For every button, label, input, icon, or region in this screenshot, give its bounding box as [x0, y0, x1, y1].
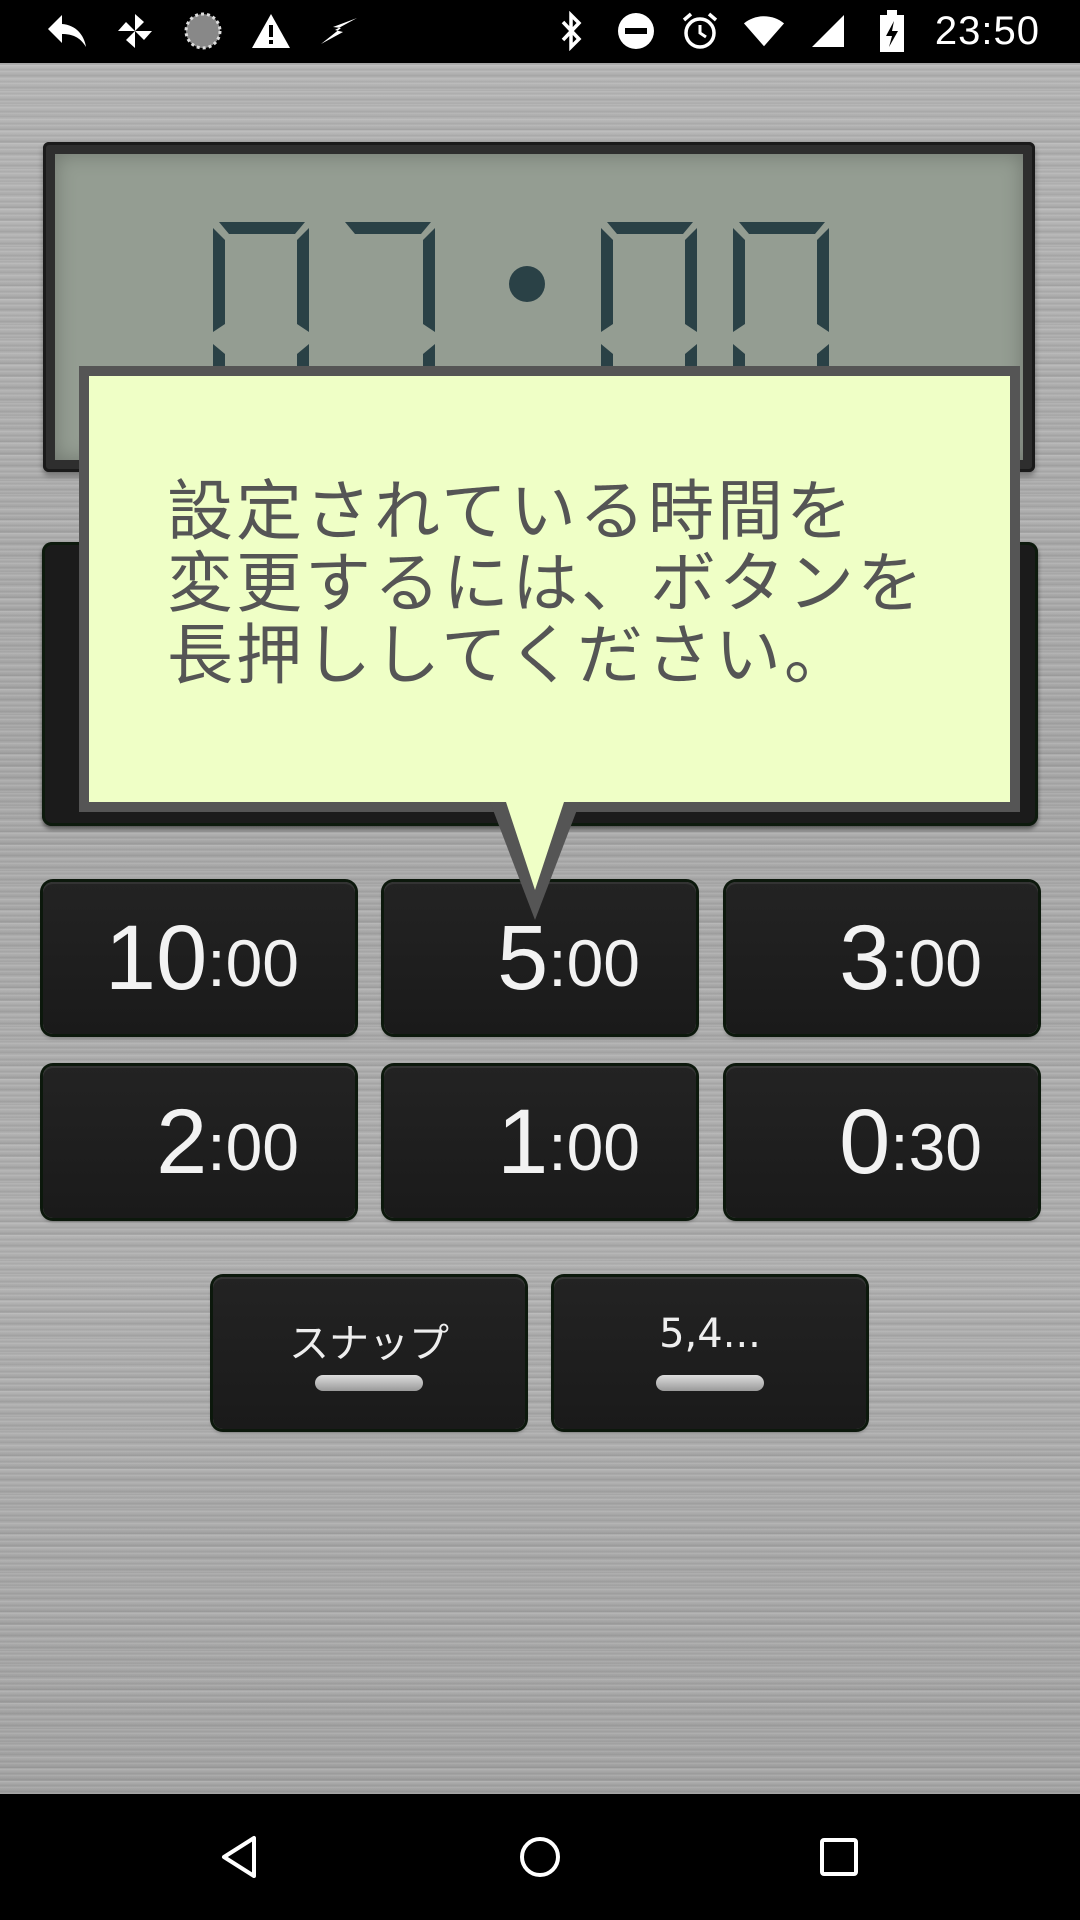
- cell-signal-icon: [807, 8, 849, 54]
- alarm-icon: [679, 8, 721, 54]
- pinwheel-icon: [114, 8, 156, 54]
- preset-2-00-button[interactable]: 2:00: [43, 1066, 355, 1218]
- preset-3-00-button[interactable]: 3:00: [726, 882, 1038, 1034]
- countdown-toggle-button[interactable]: 5,4...: [554, 1277, 866, 1429]
- recents-icon[interactable]: [814, 1832, 864, 1882]
- snap-toggle-button[interactable]: スナップ: [213, 1277, 525, 1429]
- home-icon[interactable]: [515, 1832, 565, 1882]
- navigation-bar: [0, 1794, 1080, 1920]
- tooltip-pointer: [490, 802, 580, 920]
- snap-indicator: [315, 1375, 423, 1391]
- preset-1-00-button[interactable]: 1:00: [384, 1066, 696, 1218]
- hint-tooltip[interactable]: 設定されている時間を 変更するには、ボタンを 長押ししてください。: [79, 366, 1020, 812]
- status-time: 23:50: [934, 8, 1040, 53]
- preset-0-30-button[interactable]: 0:30: [726, 1066, 1038, 1218]
- back-icon[interactable]: [216, 1832, 266, 1882]
- status-bar: 23:50: [0, 0, 1080, 63]
- back-arrow-icon: [46, 8, 88, 54]
- countdown-label: 5,4...: [659, 1311, 761, 1357]
- wifi-icon: [743, 8, 785, 54]
- timer-app: 10:00 5:00 3:00 2:00 1:00 0:30 スナップ 5,4.…: [0, 63, 1080, 1794]
- preset-10-00-button[interactable]: 10:00: [43, 882, 355, 1034]
- sync-circle-icon: [182, 8, 224, 54]
- battery-charging-icon: [871, 8, 913, 54]
- do-not-disturb-icon: [615, 8, 657, 54]
- warning-icon: [250, 8, 292, 54]
- flash-icon: [318, 8, 360, 54]
- snap-label: スナップ: [289, 1321, 449, 1367]
- bluetooth-icon: [551, 8, 593, 54]
- countdown-indicator: [656, 1375, 764, 1391]
- tooltip-message: 設定されている時間を 変更するには、ボタンを 長押ししてください。: [167, 473, 926, 694]
